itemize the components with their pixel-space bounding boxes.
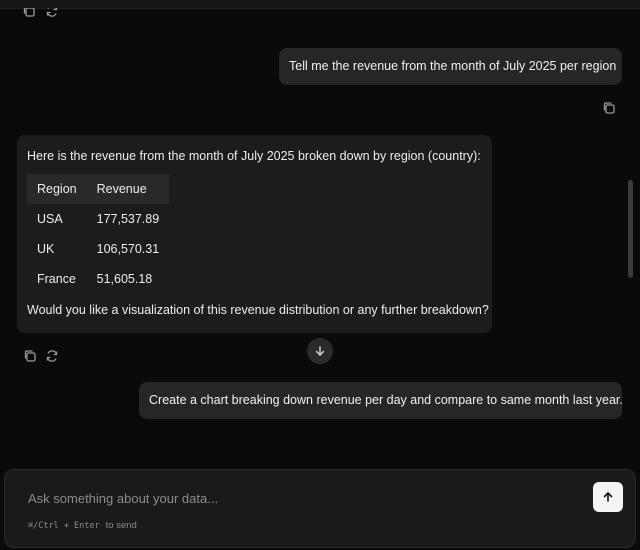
regenerate-icon[interactable]	[43, 8, 61, 20]
copy-icon[interactable]	[600, 99, 618, 117]
scroll-down-button[interactable]	[307, 338, 333, 364]
user-message-bubble: Create a chart breaking down revenue per…	[139, 382, 623, 419]
column-header-revenue: Revenue	[96, 182, 147, 196]
send-shortcut-hint: ⌘/Ctrl + Enter to send	[28, 520, 137, 531]
chat-thread: Tell me the revenue from the month of Ju…	[0, 8, 640, 468]
shortcut-label: to send	[105, 520, 137, 531]
shortcut-keys: ⌘/Ctrl + Enter	[28, 521, 100, 531]
table-cell-region: USA	[37, 212, 63, 226]
message-input[interactable]	[26, 486, 570, 510]
message-composer: ⌘/Ctrl + Enter to send	[4, 469, 636, 548]
user-message-text: Create a chart breaking down revenue per…	[149, 393, 623, 407]
arrow-down-icon	[314, 345, 326, 357]
revenue-table: Region Revenue USA 177,537.89 UK 106,570…	[27, 174, 170, 294]
copy-icon[interactable]	[21, 347, 39, 365]
assistant-intro-text: Here is the revenue from the month of Ju…	[27, 149, 481, 163]
assistant-message-bubble: Here is the revenue from the month of Ju…	[17, 135, 492, 333]
table-cell-region: France	[37, 272, 76, 286]
table-cell-revenue: 51,605.18	[96, 272, 153, 286]
user-message-text: Tell me the revenue from the month of Ju…	[289, 59, 617, 73]
user-message-bubble: Tell me the revenue from the month of Ju…	[279, 48, 622, 85]
copy-icon[interactable]	[20, 8, 38, 20]
table-row: USA 177,537.89	[27, 204, 169, 234]
table-header-row: Region Revenue	[27, 174, 170, 204]
arrow-up-icon	[602, 491, 614, 503]
table-row: UK 106,570.31	[27, 234, 169, 264]
send-button[interactable]	[593, 482, 623, 512]
chat-scrollbar[interactable]	[628, 180, 633, 278]
table-cell-revenue: 106,570.31	[96, 242, 160, 256]
assistant-outro-text: Would you like a visualization of this r…	[27, 303, 489, 317]
regenerate-icon[interactable]	[43, 347, 61, 365]
table-row: France 51,605.18	[27, 264, 169, 294]
table-cell-revenue: 177,537.89	[96, 212, 160, 226]
column-header-region: Region	[37, 182, 77, 196]
table-cell-region: UK	[37, 242, 55, 256]
